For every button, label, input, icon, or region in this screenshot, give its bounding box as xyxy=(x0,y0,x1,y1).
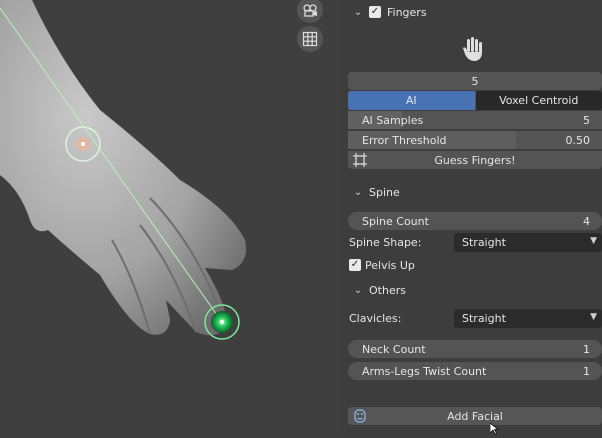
pelvis-up-checkbox[interactable]: ✓ xyxy=(349,259,361,271)
3d-viewport[interactable] xyxy=(0,0,341,433)
chevron-down-icon[interactable]: ⌄ xyxy=(351,187,365,198)
add-facial-button[interactable]: Add Facial xyxy=(348,407,602,425)
others-header-label: Others xyxy=(369,284,406,297)
error-threshold-slider[interactable]: Error Threshold 0.50 xyxy=(348,131,602,149)
guess-fingers-label: Guess Fingers! xyxy=(434,154,515,167)
fingers-header-label: Fingers xyxy=(387,6,427,19)
clavicles-label: Clavicles: xyxy=(349,312,401,325)
hand-model xyxy=(0,0,341,433)
finger-count-field[interactable]: 5 xyxy=(348,72,602,90)
error-threshold-value: 0.50 xyxy=(566,134,602,147)
neck-count-label: Neck Count xyxy=(348,343,583,356)
twist-count-value: 1 xyxy=(583,365,602,378)
spine-shape-label: Spine Shape: xyxy=(349,236,421,249)
mode-ai-button[interactable]: AI xyxy=(348,91,475,110)
finger-count-value: 5 xyxy=(472,75,479,88)
pelvis-up-row[interactable]: ✓ Pelvis Up xyxy=(349,258,415,272)
ai-samples-label: AI Samples xyxy=(348,114,583,127)
others-header[interactable]: ⌄ Others xyxy=(351,282,406,298)
chevron-down-icon: ▼ xyxy=(590,312,597,322)
face-icon xyxy=(353,409,367,426)
fingers-checkbox[interactable]: ✓ xyxy=(369,6,381,18)
finger-mode-toggle: AI Voxel Centroid xyxy=(348,91,602,110)
spine-shape-select[interactable]: Straight ▼ xyxy=(454,233,602,252)
guess-fingers-button[interactable]: Guess Fingers! xyxy=(348,151,602,169)
pelvis-up-label: Pelvis Up xyxy=(365,259,415,272)
spine-count-value: 4 xyxy=(583,215,602,228)
spine-header[interactable]: ⌄ Spine xyxy=(351,184,400,200)
mouse-cursor-icon xyxy=(490,423,500,438)
clavicles-select[interactable]: Straight ▼ xyxy=(454,309,602,328)
error-threshold-label: Error Threshold xyxy=(348,134,566,147)
spine-shape-value: Straight xyxy=(462,236,506,249)
fingers-header[interactable]: ⌄ ✓ Fingers xyxy=(351,4,427,20)
add-facial-label: Add Facial xyxy=(447,410,503,423)
ai-samples-field[interactable]: AI Samples 5 xyxy=(348,111,602,129)
spine-count-field[interactable]: Spine Count 4 xyxy=(348,212,602,230)
twist-count-field[interactable]: Arms-Legs Twist Count 1 xyxy=(348,362,602,380)
grid-icon[interactable] xyxy=(297,26,323,52)
neck-count-field[interactable]: Neck Count 1 xyxy=(348,340,602,358)
chevron-down-icon: ▼ xyxy=(590,236,597,246)
mode-voxel-centroid-button[interactable]: Voxel Centroid xyxy=(475,91,602,110)
chevron-down-icon[interactable]: ⌄ xyxy=(351,285,365,296)
clavicles-value: Straight xyxy=(462,312,506,325)
twist-count-label: Arms-Legs Twist Count xyxy=(348,365,583,378)
hand-icon xyxy=(459,36,487,67)
spine-count-label: Spine Count xyxy=(348,215,583,228)
properties-panel: ⌄ ✓ Fingers 5 AI Voxel Centroid AI Sampl… xyxy=(341,0,602,433)
spine-header-label: Spine xyxy=(369,186,400,199)
ai-samples-value: 5 xyxy=(583,114,602,127)
neck-count-value: 1 xyxy=(583,343,602,356)
chevron-down-icon[interactable]: ⌄ xyxy=(351,7,365,18)
guess-icon xyxy=(353,153,367,170)
